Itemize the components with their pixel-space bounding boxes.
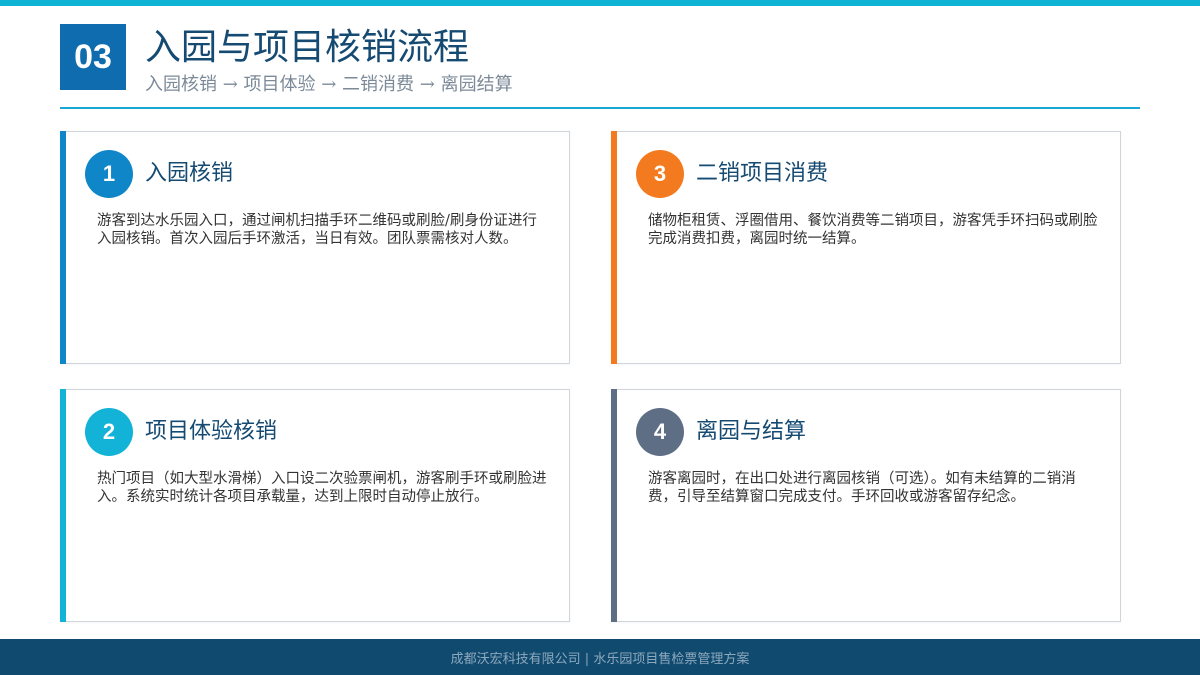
step-card-2: 2 项目体验核销 热门项目（如大型水滑梯）入口设二次验票闸机，游客刷手环或刷脸进… bbox=[60, 389, 570, 622]
step-card-4: 4 离园与结算 游客离园时，在出口处进行离园核销（可选）。如有未结算的二销消费，… bbox=[611, 389, 1121, 622]
footer-text: 成都沃宏科技有限公司 | 水乐园项目售检票管理方案 bbox=[450, 651, 750, 667]
card-title: 二销项目消费 bbox=[696, 161, 829, 186]
card-description: 储物柜租赁、浮圈借用、餐饮消费等二销项目，游客凭手环扫码或刷脸完成消费扣费，离园… bbox=[648, 213, 1098, 247]
card-accent-bar bbox=[60, 389, 66, 622]
card-accent-bar bbox=[60, 131, 66, 364]
top-accent-bar bbox=[0, 0, 1200, 6]
card-accent-bar bbox=[611, 389, 617, 622]
card-description: 游客到达水乐园入口，通过闸机扫描手环二维码或刷脸/刷身份证进行入园核销。首次入园… bbox=[97, 213, 537, 247]
card-title: 项目体验核销 bbox=[145, 419, 278, 444]
page-subtitle: 入园核销 → 项目体验 → 二销消费 → 离园结算 bbox=[145, 74, 513, 95]
footer-bar: 成都沃宏科技有限公司 | 水乐园项目售检票管理方案 bbox=[0, 639, 1200, 675]
card-accent-bar bbox=[611, 131, 617, 364]
step-card-3: 3 二销项目消费 储物柜租赁、浮圈借用、餐饮消费等二销项目，游客凭手环扫码或刷脸… bbox=[611, 131, 1121, 364]
card-title: 入园核销 bbox=[145, 161, 234, 186]
step-card-1: 1 入园核销 游客到达水乐园入口，通过闸机扫描手环二维码或刷脸/刷身份证进行入园… bbox=[60, 131, 570, 364]
step-badge: 2 bbox=[85, 408, 133, 456]
step-badge: 3 bbox=[636, 150, 684, 198]
page-title: 入园与项目核销流程 bbox=[145, 27, 470, 68]
section-number: 03 bbox=[60, 24, 126, 90]
step-badge: 4 bbox=[636, 408, 684, 456]
card-description: 热门项目（如大型水滑梯）入口设二次验票闸机，游客刷手环或刷脸进入。系统实时统计各… bbox=[97, 471, 547, 505]
card-description: 游客离园时，在出口处进行离园核销（可选）。如有未结算的二销消费，引导至结算窗口完… bbox=[648, 471, 1076, 505]
step-badge: 1 bbox=[85, 150, 133, 198]
card-title: 离园与结算 bbox=[696, 419, 807, 444]
header-divider bbox=[60, 107, 1140, 109]
